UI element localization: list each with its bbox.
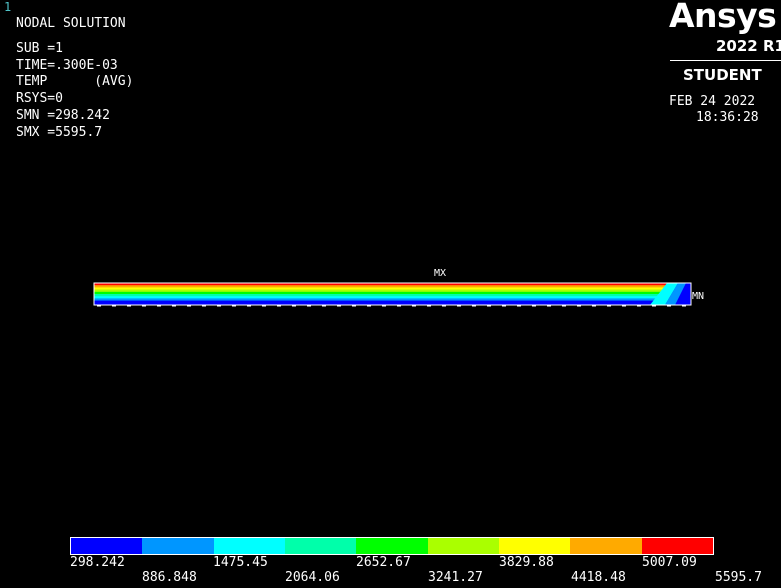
contour-band [94, 300, 691, 304]
contour-band [94, 294, 691, 297]
model-geometry [93, 282, 692, 307]
contour-legend [70, 537, 714, 555]
legend-value-label: 3241.27 [428, 570, 483, 585]
contour-plot[interactable] [0, 0, 781, 588]
legend-swatch [213, 538, 285, 554]
contour-band [94, 287, 691, 290]
contour-band [94, 298, 691, 301]
legend-swatch [570, 538, 642, 554]
contour-band [94, 289, 691, 293]
legend-value-label: 2064.06 [285, 570, 340, 585]
legend-value-label: 5595.7 [715, 570, 762, 585]
legend-value-label: 3829.88 [499, 555, 554, 570]
contour-band [94, 296, 691, 299]
contour-bands [94, 283, 691, 305]
contour-band [94, 291, 691, 295]
legend-value-label: 2652.67 [356, 555, 411, 570]
legend-swatch [356, 538, 428, 554]
legend-swatch [498, 538, 571, 554]
legend-swatch [142, 538, 214, 554]
legend-value-label: 298.242 [70, 555, 125, 570]
legend-swatch [427, 538, 499, 554]
contour-band [94, 285, 691, 288]
legend-value-label: 5007.09 [642, 555, 697, 570]
legend-value-label: 886.848 [142, 570, 197, 585]
legend-swatch [71, 538, 143, 554]
max-marker: MX [434, 268, 447, 279]
legend-value-label: 1475.45 [213, 555, 268, 570]
min-marker: MN [692, 291, 705, 302]
legend-swatch [641, 538, 713, 554]
legend-value-label: 4418.48 [571, 570, 626, 585]
legend-swatch [284, 538, 357, 554]
